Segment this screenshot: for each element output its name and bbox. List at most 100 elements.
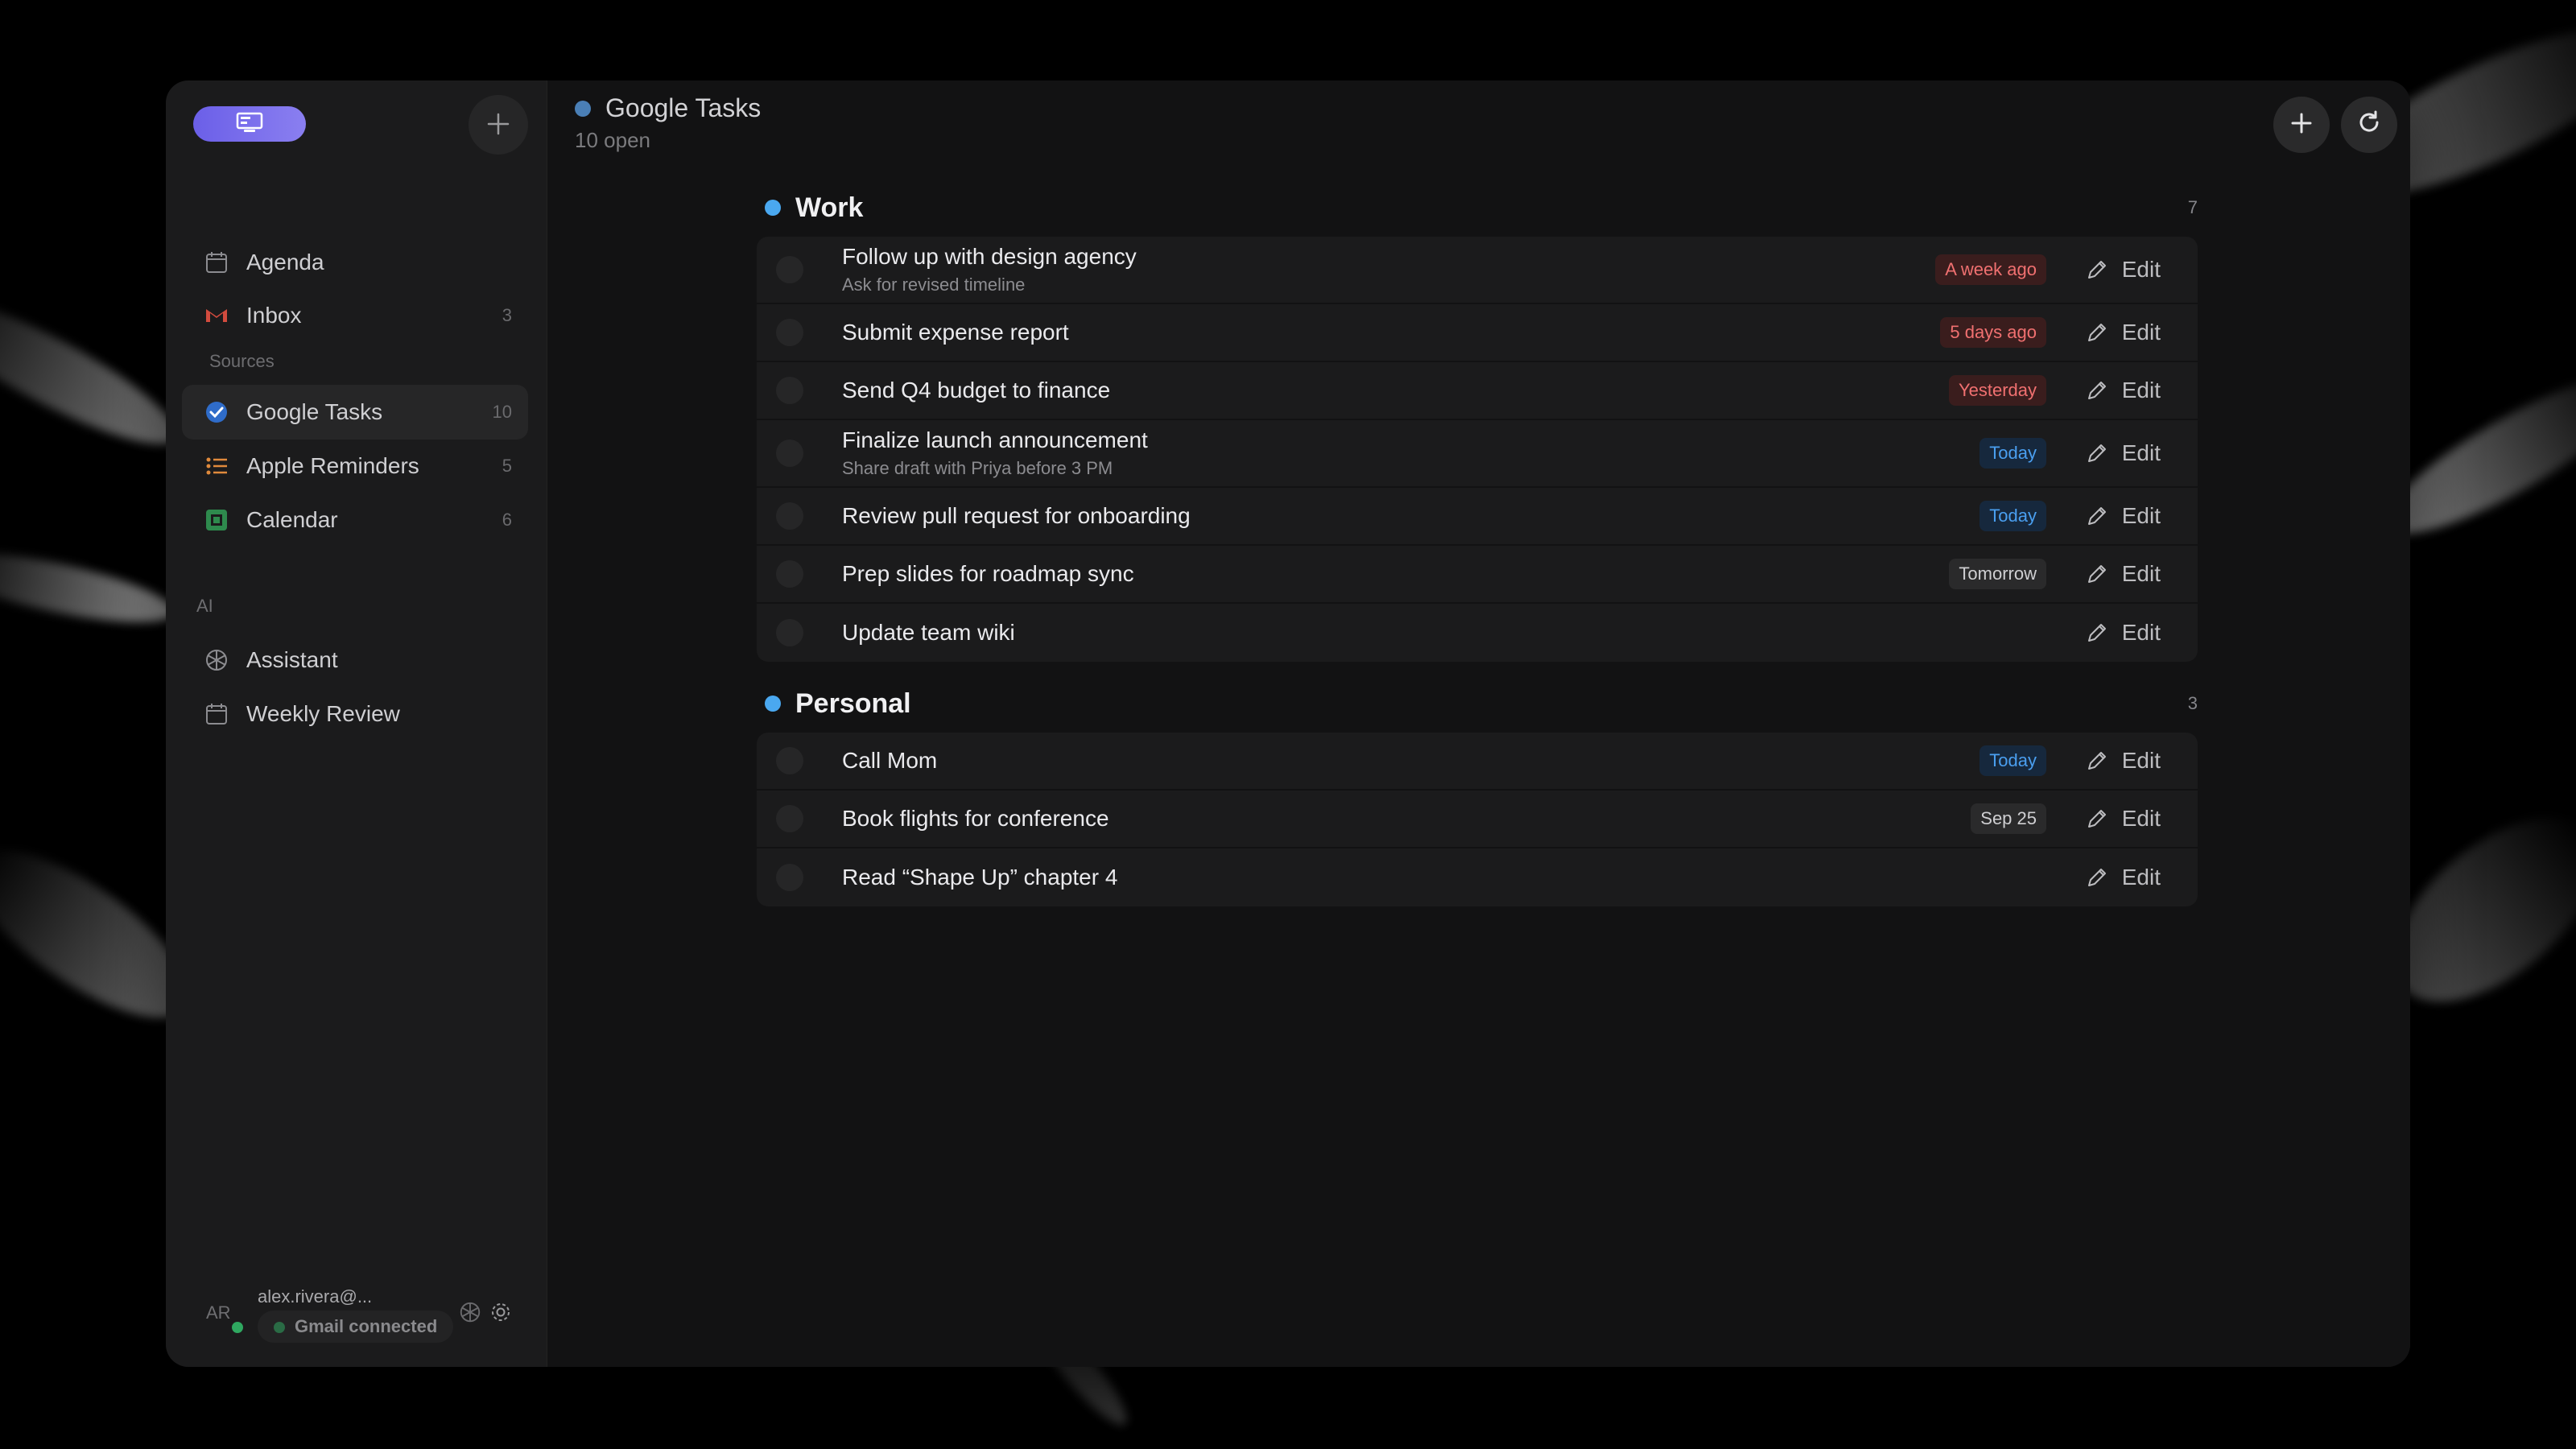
edit-label: Edit [2121, 620, 2161, 645]
edit-button[interactable]: Edit [2083, 377, 2161, 404]
group-color-dot [765, 696, 781, 712]
edit-button[interactable]: Edit [2083, 619, 2161, 646]
due-date-badge: Sep 25 [1971, 803, 2046, 834]
sidebar-item-count: 6 [502, 510, 512, 530]
list-icon [203, 452, 230, 480]
sidebar-item-agenda[interactable]: Agenda [182, 235, 528, 290]
task-row[interactable]: Finalize launch announcement Share draft … [757, 420, 2198, 488]
edit-label: Edit [2121, 748, 2161, 773]
sidebar-item-apple-reminders[interactable]: Apple Reminders 5 [182, 439, 528, 493]
edit-label: Edit [2121, 865, 2161, 890]
pencil-icon [2083, 502, 2111, 530]
gmail-icon [203, 302, 230, 329]
edit-button[interactable]: Edit [2083, 864, 2161, 891]
pencil-icon [2083, 864, 2111, 891]
task-checkbox[interactable] [776, 440, 803, 467]
edit-button[interactable]: Edit [2083, 256, 2161, 283]
task-checkbox[interactable] [776, 256, 803, 283]
edit-label: Edit [2121, 320, 2161, 345]
sidebar-item-google-tasks[interactable]: Google Tasks 10 [182, 385, 528, 440]
ai-section-label: AI [196, 596, 213, 616]
main-panel: Google Tasks 10 open Work 7 Follow up with… [547, 80, 2410, 1367]
pencil-icon [2083, 256, 2111, 283]
pencil-icon [2083, 440, 2111, 467]
pencil-icon [2083, 619, 2111, 646]
edit-label: Edit [2121, 257, 2161, 282]
task-row[interactable]: Read “Shape Up” chapter 4 Edit [757, 848, 2198, 906]
new-item-button[interactable] [469, 95, 528, 155]
sidebar-item-count: 3 [502, 305, 512, 325]
sidebar-item-weekly-review[interactable]: Weekly Review [182, 687, 528, 741]
edit-button[interactable]: Edit [2083, 747, 2161, 774]
due-date-badge: 5 days ago [1940, 317, 2046, 348]
pencil-icon [2083, 377, 2111, 404]
due-date-badge: A week ago [1935, 254, 2046, 285]
task-row[interactable]: Send Q4 budget to finance Yesterday Edit [757, 362, 2198, 420]
task-row[interactable]: Prep slides for roadmap sync Tomorrow Edit [757, 546, 2198, 604]
group-header-work[interactable]: Work 7 [757, 185, 2198, 230]
task-row[interactable]: Book flights for conference Sep 25 Edit [757, 791, 2198, 848]
gmail-status-badge: Gmail connected [258, 1311, 454, 1343]
task-list: Call Mom Today Edit Book flights for confer… [757, 733, 2198, 906]
edit-button[interactable]: Edit [2083, 440, 2161, 467]
google-tasks-icon [203, 398, 230, 426]
edit-button[interactable]: Edit [2083, 319, 2161, 346]
pencil-icon [2083, 560, 2111, 588]
edit-label: Edit [2121, 806, 2161, 831]
task-row[interactable]: Review pull request for onboarding Today E… [757, 488, 2198, 546]
group-color-dot [765, 200, 781, 216]
calendar-icon [203, 700, 230, 728]
sidebar-item-calendar[interactable]: Calendar 6 [182, 493, 528, 547]
due-date-badge: Today [1979, 501, 2046, 531]
edit-button[interactable]: Edit [2083, 560, 2161, 588]
task-checkbox[interactable] [776, 619, 803, 646]
task-checkbox[interactable] [776, 319, 803, 346]
user-profile[interactable]: AR alex.rivera@... Gmail connected [203, 1280, 525, 1344]
task-checkbox[interactable] [776, 560, 803, 588]
google-calendar-icon [203, 506, 230, 534]
task-list: Follow up with design agency Ask for revi… [757, 237, 2198, 662]
task-row[interactable]: Submit expense report 5 days ago Edit [757, 304, 2198, 362]
task-checkbox[interactable] [776, 502, 803, 530]
sidebar-item-label: Inbox [246, 303, 302, 328]
open-count: 10 open [575, 128, 650, 152]
task-row[interactable]: Call Mom Today Edit [757, 733, 2198, 791]
task-checkbox[interactable] [776, 864, 803, 891]
task-text: Read “Shape Up” chapter 4 [842, 865, 2198, 890]
task-row[interactable]: Update team wiki Edit [757, 604, 2198, 662]
group-count: 3 [2187, 693, 2198, 713]
task-checkbox[interactable] [776, 805, 803, 832]
edit-button[interactable]: Edit [2083, 805, 2161, 832]
add-task-button[interactable] [2273, 97, 2330, 153]
app-logo-button[interactable] [193, 106, 306, 142]
edit-button[interactable]: Edit [2083, 502, 2161, 530]
page-header: Google Tasks 10 open [575, 93, 761, 153]
sources-section-label: Sources [209, 351, 275, 371]
app-logo-icon [236, 112, 263, 137]
edit-label: Edit [2121, 503, 2161, 528]
sidebar-item-label: Google Tasks [246, 399, 383, 424]
sidebar-item-count: 10 [492, 402, 512, 422]
status-dot [274, 1322, 285, 1333]
group-count: 7 [2187, 197, 2198, 217]
task-checkbox[interactable] [776, 377, 803, 404]
gear-icon[interactable] [485, 1296, 517, 1328]
sidebar: Agenda Inbox 3 Sources Google Tasks 10 A… [166, 80, 547, 1367]
due-date-badge: Today [1979, 745, 2046, 776]
task-row[interactable]: Follow up with design agency Ask for revi… [757, 237, 2198, 304]
edit-label: Edit [2121, 561, 2161, 586]
openai-icon [203, 646, 230, 674]
page-title-text: Google Tasks [605, 93, 762, 122]
task-checkbox[interactable] [776, 747, 803, 774]
group-header-personal[interactable]: Personal 3 [757, 681, 2198, 726]
task-title: Update team wiki [842, 620, 1015, 645]
sidebar-item-assistant[interactable]: Assistant [182, 633, 528, 687]
plus-icon [486, 108, 510, 142]
task-groups: Work 7 Follow up with design agency Ask for… [757, 185, 2198, 926]
task-text: Update team wiki [842, 620, 2198, 646]
refresh-button[interactable] [2341, 97, 2397, 153]
sidebar-item-inbox[interactable]: Inbox 3 [182, 288, 528, 343]
openai-icon[interactable] [454, 1296, 486, 1328]
gmail-status-text: Gmail connected [295, 1316, 438, 1336]
plus-icon [2289, 107, 2314, 143]
